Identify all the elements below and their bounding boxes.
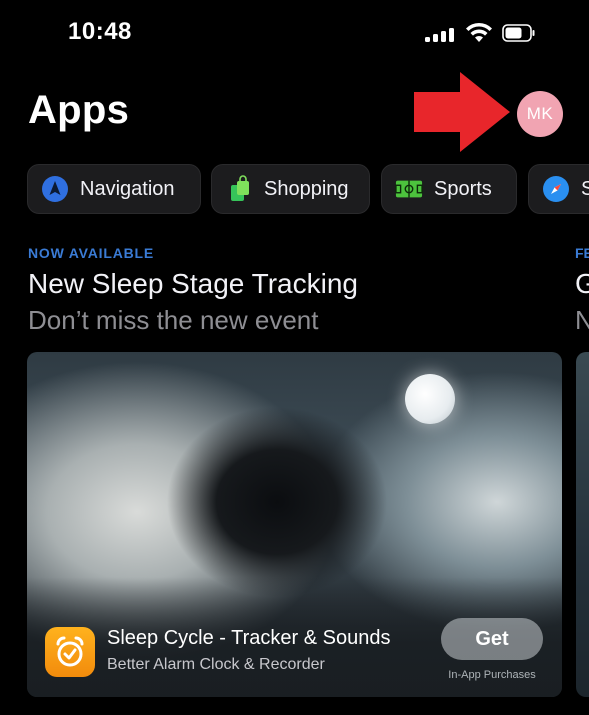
category-chip-sports[interactable]: Sports	[381, 164, 517, 214]
next-feature-card[interactable]	[576, 352, 589, 697]
navigation-icon	[41, 175, 69, 203]
category-chip-shopping[interactable]: Shopping	[211, 164, 370, 214]
feature-subtitle: Don’t miss the new event	[28, 305, 319, 335]
moon-image	[405, 374, 455, 424]
category-label: S	[581, 178, 589, 201]
status-time: 10:48	[68, 18, 132, 45]
category-chip-navigation[interactable]: Navigation	[27, 164, 201, 214]
compass-icon	[542, 175, 570, 203]
category-label: Navigation	[80, 177, 175, 200]
next-feature-subtitle: N	[575, 305, 589, 335]
in-app-purchases-note: In-App Purchases	[448, 669, 536, 681]
sports-field-icon	[395, 175, 423, 203]
next-feature-title: G	[575, 268, 589, 299]
get-button[interactable]: Get	[441, 618, 543, 660]
app-subtitle: Better Alarm Clock & Recorder	[107, 656, 325, 673]
battery-icon	[502, 24, 535, 42]
page-title: Apps	[28, 88, 130, 132]
feature-title[interactable]: New Sleep Stage Tracking	[28, 268, 358, 300]
category-label: Shopping	[264, 177, 349, 200]
category-label: Sports	[434, 177, 492, 200]
feature-eyebrow: NOW AVAILABLE	[28, 245, 155, 261]
shopping-bag-icon	[225, 175, 253, 203]
app-name[interactable]: Sleep Cycle - Tracker & Sounds	[107, 627, 390, 650]
next-feature-eyebrow: FE	[575, 245, 589, 261]
annotation-arrow-icon	[414, 72, 510, 152]
cellular-signal-icon	[425, 28, 455, 42]
feature-card[interactable]: Sleep Cycle - Tracker & Sounds Better Al…	[27, 352, 562, 697]
category-chip-partial[interactable]: S	[528, 164, 589, 214]
alarm-clock-icon[interactable]	[45, 627, 95, 677]
account-avatar[interactable]: MK	[517, 91, 563, 137]
wifi-icon	[466, 22, 492, 42]
